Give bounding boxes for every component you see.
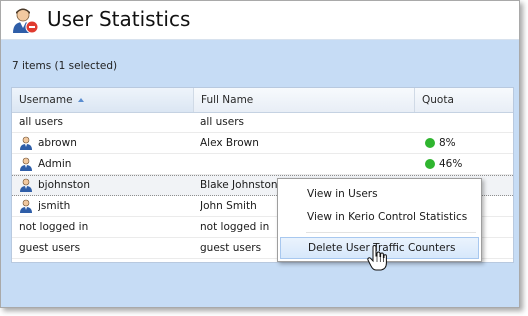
page-title: User Statistics bbox=[47, 7, 191, 31]
sort-ascending-icon bbox=[77, 98, 84, 102]
user-statistics-window: User Statistics 7 items (1 selected) Use… bbox=[0, 0, 520, 308]
user-statistics-icon bbox=[13, 8, 39, 34]
username-cell: guest users bbox=[19, 242, 81, 254]
username-cell: all users bbox=[19, 116, 63, 128]
username-cell: jsmith bbox=[38, 200, 71, 212]
table-header: Username Full Name Quota bbox=[12, 88, 513, 113]
table-row[interactable]: Admin 46% bbox=[12, 154, 513, 175]
full-name-cell: Alex Brown bbox=[200, 137, 259, 149]
column-header-full-name[interactable]: Full Name bbox=[194, 88, 415, 112]
user-icon bbox=[20, 178, 32, 192]
quota-status-icon bbox=[425, 159, 435, 169]
full-name-cell: not logged in bbox=[200, 221, 270, 233]
table-row[interactable]: abrown Alex Brown 8% bbox=[12, 133, 513, 154]
username-cell: abrown bbox=[38, 137, 77, 149]
full-name-cell: guest users bbox=[200, 242, 262, 254]
user-icon bbox=[20, 157, 32, 171]
username-cell: Admin bbox=[38, 158, 72, 170]
column-header-label: Quota bbox=[422, 94, 454, 106]
column-header-label: Username bbox=[19, 94, 73, 106]
column-header-username[interactable]: Username bbox=[12, 88, 194, 112]
table-row[interactable]: all users all users bbox=[12, 112, 513, 133]
full-name-cell: all users bbox=[200, 116, 244, 128]
items-count: 7 items (1 selected) bbox=[12, 60, 118, 72]
column-header-quota[interactable]: Quota bbox=[415, 88, 513, 112]
menu-item-view-in-users[interactable]: View in Users bbox=[280, 183, 479, 205]
user-icon bbox=[20, 199, 32, 213]
username-cell: bjohnston bbox=[38, 179, 90, 191]
quota-cell: 46% bbox=[439, 158, 463, 170]
hand-pointer-icon bbox=[367, 245, 387, 271]
quota-cell: 8% bbox=[439, 137, 456, 149]
full-name-cell: Blake Johnston bbox=[200, 179, 278, 191]
items-bar: 7 items (1 selected) bbox=[1, 40, 519, 86]
column-header-label: Full Name bbox=[201, 94, 254, 106]
menu-item-view-in-statistics[interactable]: View in Kerio Control Statistics bbox=[280, 206, 479, 228]
user-icon bbox=[20, 136, 32, 150]
window-header: User Statistics bbox=[1, 1, 519, 40]
full-name-cell: John Smith bbox=[200, 200, 257, 212]
username-cell: not logged in bbox=[19, 221, 89, 233]
quota-status-icon bbox=[425, 138, 435, 148]
menu-separator bbox=[306, 232, 476, 233]
